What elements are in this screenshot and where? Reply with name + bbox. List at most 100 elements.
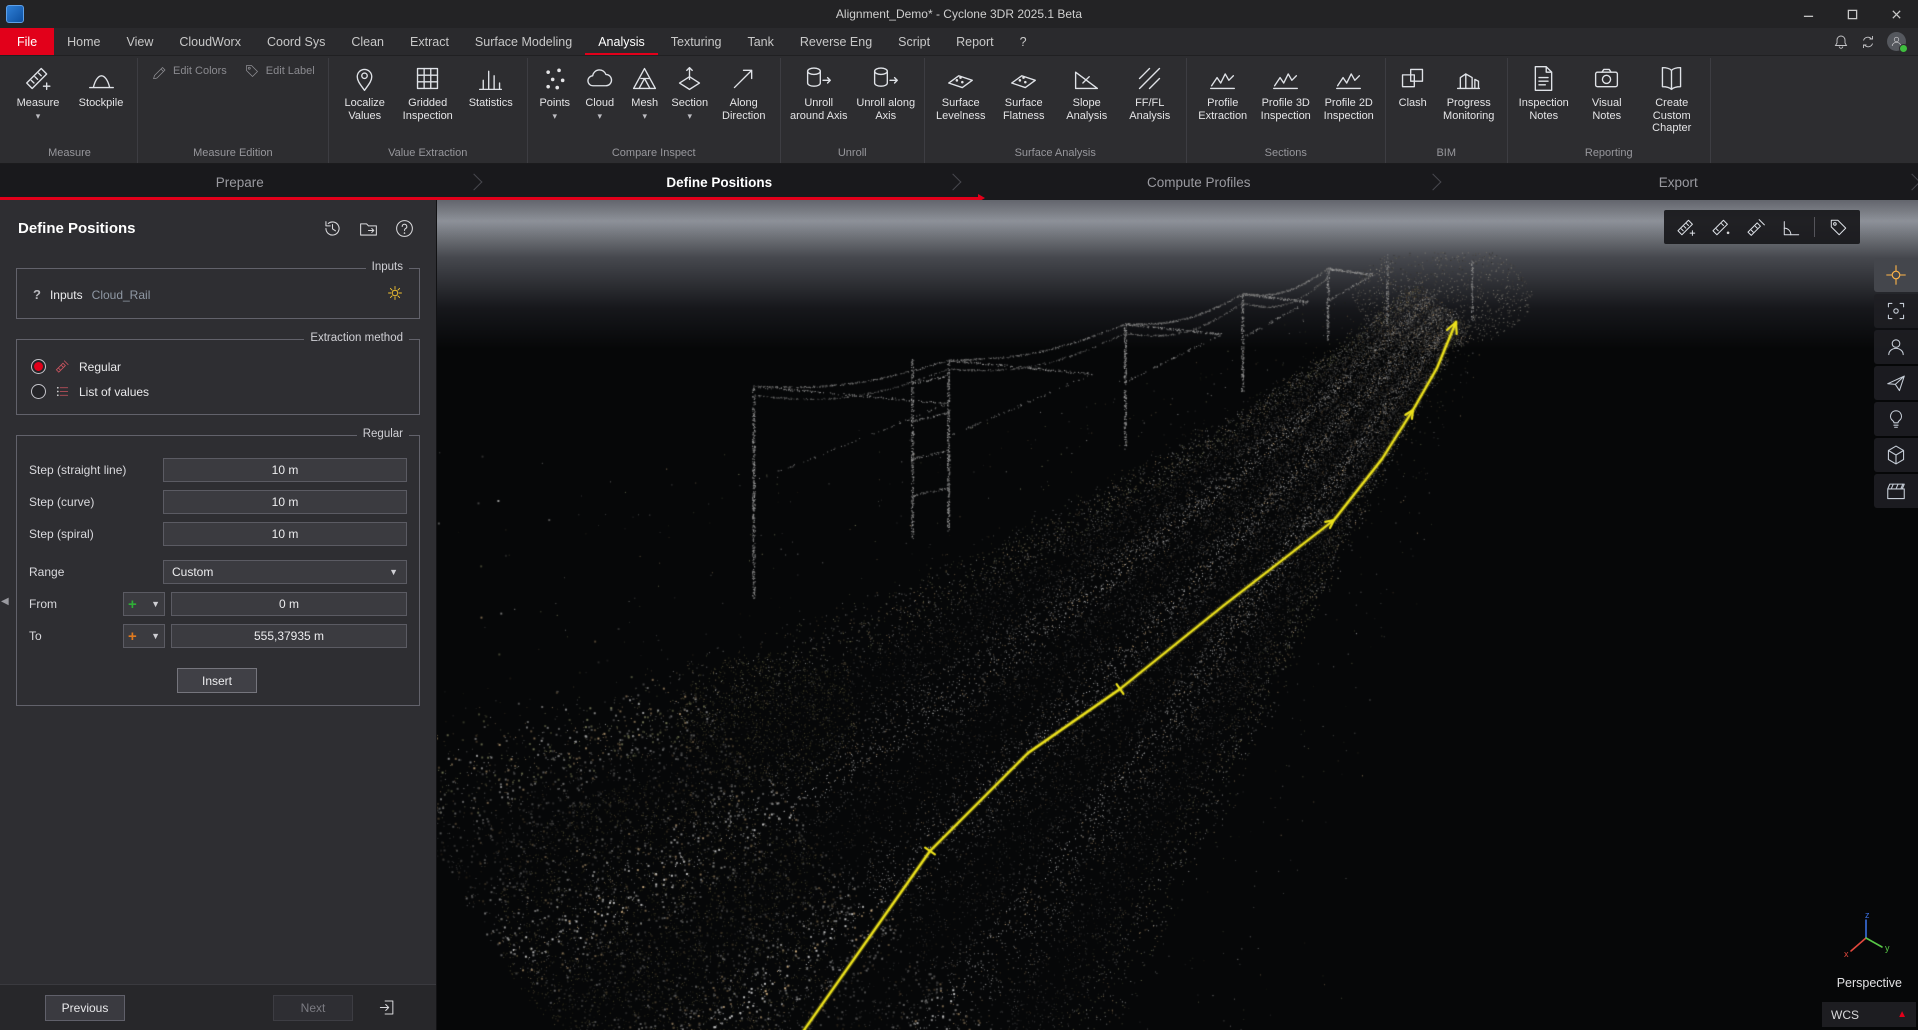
step-curve-input[interactable] bbox=[163, 490, 407, 514]
ribbon-group-measure-edition: Edit Colors Edit Label Measure Edition bbox=[138, 58, 329, 163]
previous-button[interactable]: Previous bbox=[45, 995, 125, 1021]
to-color-picker[interactable]: + ▼ bbox=[123, 624, 165, 648]
measure-angle-button[interactable] bbox=[1775, 214, 1807, 240]
exit-workflow-button[interactable] bbox=[371, 995, 403, 1021]
fly-mode-button[interactable] bbox=[1874, 366, 1918, 400]
animation-button[interactable] bbox=[1874, 474, 1918, 508]
radio-option-regular[interactable]: Regular bbox=[27, 354, 409, 379]
clash-icon bbox=[1398, 64, 1427, 93]
ribbon-button-statistics[interactable]: Statistics bbox=[460, 59, 522, 137]
ribbon-button-gridded-inspection[interactable]: Gridded Inspection bbox=[397, 59, 459, 137]
ribbon-button-profile-extraction[interactable]: Profile Extraction bbox=[1192, 59, 1254, 137]
insert-button[interactable]: Insert bbox=[177, 668, 257, 693]
zoom-fit-button[interactable] bbox=[1874, 294, 1918, 328]
ribbon-button-localize-values[interactable]: Localize Values bbox=[334, 59, 396, 137]
walkthrough-button[interactable] bbox=[1874, 330, 1918, 364]
ribbon-button-mesh[interactable]: Mesh ▾ bbox=[623, 59, 667, 137]
workflow-step-prepare[interactable]: Prepare bbox=[0, 164, 480, 200]
radio-button[interactable] bbox=[31, 359, 46, 374]
coordinate-system-selector[interactable]: WCS ▲ bbox=[1822, 1002, 1916, 1027]
ribbon-group-label: BIM bbox=[1391, 144, 1502, 163]
panel-collapse-arrow[interactable]: ◀ bbox=[1, 596, 9, 607]
lighting-button[interactable] bbox=[1874, 402, 1918, 436]
view-tools-dock bbox=[1874, 258, 1918, 508]
cube-view-icon bbox=[1885, 444, 1907, 466]
radio-option-list-of-values[interactable]: List of values bbox=[27, 379, 409, 404]
help-button[interactable] bbox=[390, 214, 418, 242]
dropdown-caret-icon: ▾ bbox=[597, 111, 602, 121]
workflow-step-compute-profiles[interactable]: Compute Profiles bbox=[959, 164, 1439, 200]
ribbon-button-cloud[interactable]: Cloud ▾ bbox=[578, 59, 622, 137]
menu-home[interactable]: Home bbox=[54, 28, 113, 55]
step-straight-input[interactable] bbox=[163, 458, 407, 482]
menu-script[interactable]: Script bbox=[885, 28, 943, 55]
next-button[interactable]: Next bbox=[273, 995, 353, 1021]
label-tool-button[interactable] bbox=[1822, 214, 1854, 240]
user-avatar[interactable] bbox=[1887, 32, 1906, 51]
menu-texturing[interactable]: Texturing bbox=[658, 28, 735, 55]
measure-point-button[interactable] bbox=[1670, 214, 1702, 240]
ribbon-button-stockpile[interactable]: Stockpile bbox=[70, 59, 132, 137]
range-label: Range bbox=[29, 565, 157, 579]
menu-view[interactable]: View bbox=[114, 28, 167, 55]
menu-reverse-eng[interactable]: Reverse Eng bbox=[787, 28, 885, 55]
ribbon-button-points[interactable]: Points ▾ bbox=[533, 59, 577, 137]
menu-analysis[interactable]: Analysis bbox=[585, 28, 658, 55]
menu-file[interactable]: File bbox=[0, 28, 54, 55]
ribbon-button-create-custom-chapter[interactable]: Create Custom Chapter bbox=[1639, 59, 1705, 137]
ribbon-button-unroll-along-axis[interactable]: Unroll along Axis bbox=[853, 59, 919, 137]
menu-cloudworx[interactable]: CloudWorx bbox=[166, 28, 254, 55]
ribbon-button-section[interactable]: Section ▾ bbox=[668, 59, 712, 137]
progress-monitoring-icon bbox=[1454, 64, 1483, 93]
measure-line-button[interactable] bbox=[1740, 214, 1772, 240]
menu-tank[interactable]: Tank bbox=[734, 28, 786, 55]
minimize-button[interactable] bbox=[1786, 0, 1830, 28]
range-select[interactable]: Custom ▼ bbox=[163, 560, 407, 584]
ribbon-button-profile-2d-inspection[interactable]: Profile 2D Inspection bbox=[1318, 59, 1380, 137]
label-tag-icon bbox=[1828, 217, 1849, 238]
step-spiral-input[interactable] bbox=[163, 522, 407, 546]
maximize-button[interactable] bbox=[1830, 0, 1874, 28]
orbit-view-button[interactable] bbox=[1874, 258, 1918, 292]
visibility-sun-icon[interactable] bbox=[387, 285, 403, 304]
profile-extraction-icon bbox=[1208, 64, 1237, 93]
ribbon-button-visual-notes[interactable]: Visual Notes bbox=[1576, 59, 1638, 137]
from-color-picker[interactable]: + ▼ bbox=[123, 592, 165, 616]
panel-title: Define Positions bbox=[18, 220, 310, 237]
sync-icon[interactable] bbox=[1860, 34, 1876, 50]
close-button[interactable] bbox=[1874, 0, 1918, 28]
ribbon-button-surface-flatness[interactable]: Surface Flatness bbox=[993, 59, 1055, 137]
ribbon-button-clash[interactable]: Clash bbox=[1391, 59, 1435, 137]
menu-extract[interactable]: Extract bbox=[397, 28, 462, 55]
from-input[interactable] bbox=[171, 592, 407, 616]
ribbon-button-unroll-around-axis[interactable]: Unroll around Axis bbox=[786, 59, 852, 137]
ribbon-button-measure[interactable]: Measure ▾ bbox=[7, 59, 69, 137]
3d-viewport[interactable]: z x y Perspective WCS ▲ bbox=[437, 200, 1918, 1030]
ribbon-button-slope-analysis[interactable]: Slope Analysis bbox=[1056, 59, 1118, 137]
cube-view-button[interactable] bbox=[1874, 438, 1918, 472]
to-input[interactable] bbox=[171, 624, 407, 648]
measure-distance-button[interactable] bbox=[1705, 214, 1737, 240]
ribbon-button-fffl-analysis[interactable]: FF/FL Analysis bbox=[1119, 59, 1181, 137]
reset-history-button[interactable] bbox=[318, 214, 346, 242]
workflow-step-export[interactable]: Export bbox=[1439, 164, 1918, 200]
menu-report[interactable]: Report bbox=[943, 28, 1007, 55]
ribbon-button-surface-levelness[interactable]: Surface Levelness bbox=[930, 59, 992, 137]
notification-bell-icon[interactable] bbox=[1833, 34, 1849, 50]
workflow-step-define-positions[interactable]: Define Positions bbox=[480, 164, 960, 200]
ribbon-button-progress-monitoring[interactable]: Progress Monitoring bbox=[1436, 59, 1502, 137]
ribbon-button-edit-colors[interactable]: Edit Colors bbox=[143, 59, 235, 83]
ribbon-button-profile-3d-inspection[interactable]: Profile 3D Inspection bbox=[1255, 59, 1317, 137]
menu-help[interactable]: ? bbox=[1007, 28, 1040, 55]
ribbon-button-edit-label[interactable]: Edit Label bbox=[236, 59, 323, 83]
inputs-group: Inputs ? Inputs Cloud_Rail bbox=[16, 268, 420, 319]
menu-surface-modeling[interactable]: Surface Modeling bbox=[462, 28, 585, 55]
radio-button[interactable] bbox=[31, 384, 46, 399]
ribbon-group-surface-analysis: Surface Levelness Surface Flatness Slope… bbox=[925, 58, 1187, 163]
export-button[interactable] bbox=[354, 214, 382, 242]
ribbon-button-inspection-notes[interactable]: Inspection Notes bbox=[1513, 59, 1575, 137]
menu-clean[interactable]: Clean bbox=[338, 28, 397, 55]
point-cloud-canvas[interactable] bbox=[437, 200, 1918, 1030]
ribbon-button-along-direction[interactable]: Along Direction bbox=[713, 59, 775, 137]
menu-coord-sys[interactable]: Coord Sys bbox=[254, 28, 338, 55]
